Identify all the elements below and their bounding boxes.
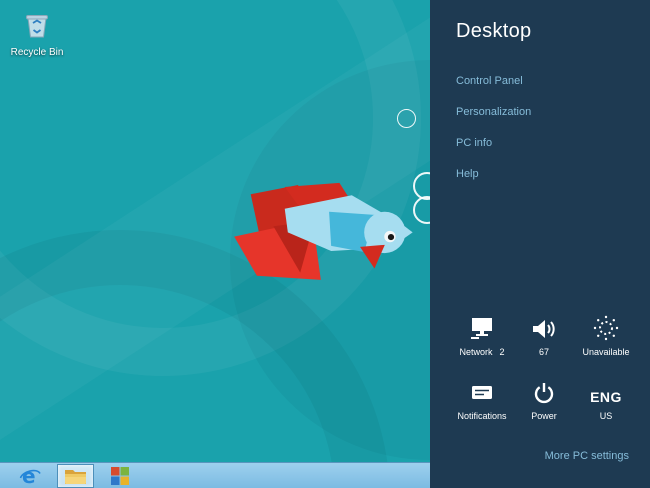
tile-power[interactable]: Power	[514, 378, 574, 424]
network-label: Network	[459, 347, 493, 357]
settings-links: Control Panel Personalization PC info He…	[456, 64, 531, 188]
settings-link-pc-info[interactable]: PC info	[456, 137, 492, 149]
tile-language[interactable]: ENG US	[576, 378, 636, 424]
internet-explorer-button[interactable]: e	[12, 464, 48, 488]
notifications-icon	[469, 378, 495, 405]
file-explorer-button[interactable]	[57, 463, 94, 488]
panel-title: Desktop	[456, 20, 532, 42]
settings-link-personalization[interactable]: Personalization	[456, 106, 531, 118]
language-label: US	[599, 411, 613, 421]
colored-app-button[interactable]	[103, 464, 137, 488]
internet-explorer-icon: e	[19, 465, 41, 487]
file-explorer-icon	[65, 469, 86, 484]
language-code: ENG	[590, 389, 622, 405]
language-icon: ENG	[590, 378, 622, 405]
colored-app-icon	[111, 466, 129, 485]
tile-volume[interactable]: 67	[514, 314, 574, 360]
tile-network[interactable]: Network 2	[452, 314, 512, 360]
network-value: 2	[499, 347, 505, 357]
brightness-icon	[593, 314, 619, 341]
tile-brightness[interactable]: Unavailable	[576, 314, 636, 360]
power-icon	[531, 378, 557, 405]
recycle-bin-label: Recycle Bin	[10, 47, 64, 58]
quick-settings-tiles: Network 2 67 Unavailable Notifications P…	[452, 314, 636, 424]
settings-link-control-panel[interactable]: Control Panel	[456, 75, 523, 87]
network-icon	[469, 314, 495, 341]
recycle-bin-icon	[26, 15, 48, 38]
svg-text:e: e	[22, 465, 36, 487]
bubble-circle	[397, 109, 416, 128]
volume-icon	[531, 314, 557, 341]
settings-link-help[interactable]: Help	[456, 168, 479, 180]
settings-charm-panel: Desktop Control Panel Personalization PC…	[430, 0, 650, 488]
more-pc-settings-link[interactable]: More PC settings	[545, 450, 629, 462]
windows8-desktop: Recycle Bin e Desktop Control Panel Pers…	[0, 0, 650, 488]
power-label: Power	[531, 411, 557, 421]
tile-notifications[interactable]: Notifications	[452, 378, 512, 424]
brightness-label: Unavailable	[582, 347, 630, 357]
notifications-label: Notifications	[457, 411, 507, 421]
betta-fish-illustration	[234, 182, 413, 280]
recycle-bin[interactable]: Recycle Bin	[8, 10, 66, 58]
volume-label: 67	[538, 347, 549, 357]
